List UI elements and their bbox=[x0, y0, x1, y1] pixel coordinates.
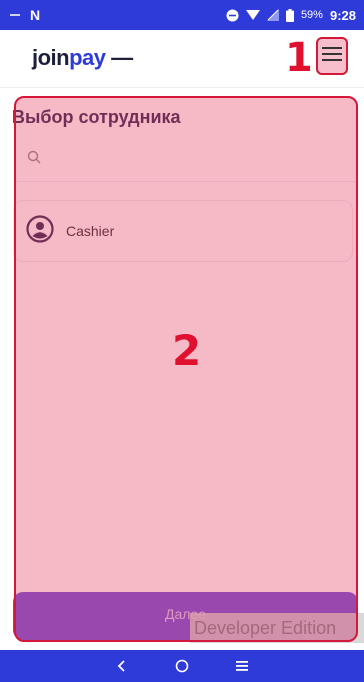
annotation-marker-1: 1 bbox=[285, 35, 313, 81]
search-icon bbox=[27, 150, 41, 169]
search-input[interactable] bbox=[49, 151, 339, 168]
battery-icon bbox=[285, 8, 294, 22]
status-bar-left: N bbox=[10, 7, 40, 23]
joinpay-logo: joinpay — bbox=[32, 45, 133, 71]
recents-icon[interactable] bbox=[230, 654, 254, 678]
employee-item-cashier[interactable]: Cashier bbox=[13, 200, 353, 262]
user-avatar-icon bbox=[26, 214, 54, 248]
navigation-bar bbox=[0, 650, 364, 682]
menu-button[interactable] bbox=[316, 37, 348, 75]
hamburger-menu-icon bbox=[322, 46, 342, 67]
status-bar-right: 59% 9:28 bbox=[226, 8, 356, 23]
page-title: Выбор сотрудника bbox=[12, 107, 181, 127]
logo-dash: — bbox=[111, 45, 133, 70]
battery-percent: 59% bbox=[300, 9, 323, 21]
signal-icon bbox=[266, 9, 279, 21]
annotation-marker-2: 2 bbox=[172, 326, 202, 375]
developer-edition-watermark: Developer Edition bbox=[190, 613, 364, 643]
do-not-disturb-icon bbox=[226, 9, 239, 22]
employee-name: Cashier bbox=[66, 223, 115, 239]
wifi-icon bbox=[245, 9, 260, 21]
logo-join: join bbox=[32, 45, 70, 70]
logo-pay: pay bbox=[69, 45, 106, 70]
clock: 9:28 bbox=[329, 7, 356, 23]
notification-icon: N bbox=[30, 7, 41, 23]
back-icon[interactable] bbox=[110, 654, 134, 678]
status-bar: N 59% 9:28 bbox=[0, 0, 364, 30]
app-header: joinpay — 1 bbox=[0, 30, 364, 88]
search-bar[interactable] bbox=[13, 138, 358, 182]
home-icon[interactable] bbox=[170, 654, 194, 678]
status-dash-icon bbox=[10, 14, 20, 16]
